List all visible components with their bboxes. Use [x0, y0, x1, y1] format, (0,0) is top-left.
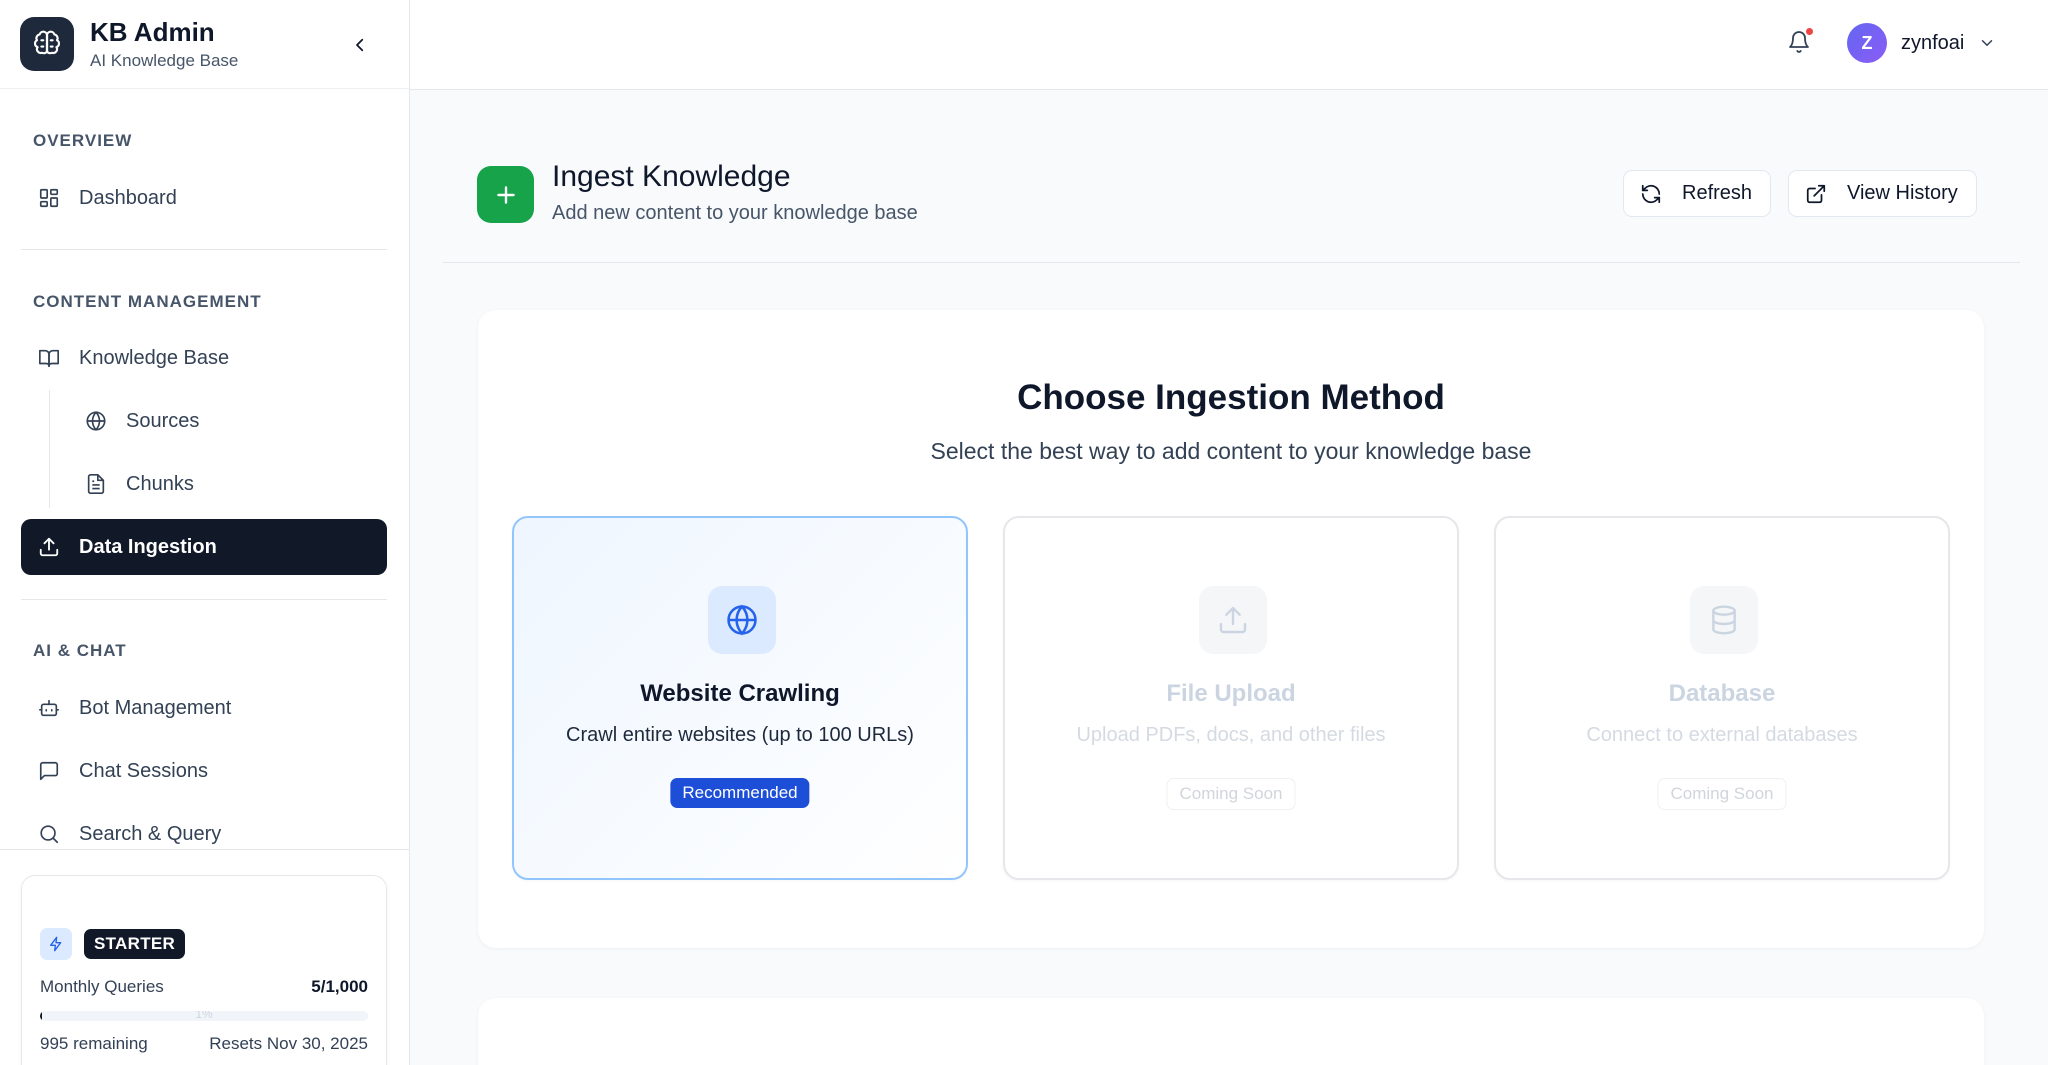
usage-remaining: 995 remaining — [40, 1034, 148, 1053]
notification-dot — [1806, 28, 1813, 35]
coming-soon-badge: Coming Soon — [1166, 778, 1296, 810]
sidebar-item-label: Sources — [126, 409, 200, 432]
usage-metric-label: Monthly Queries — [40, 977, 164, 996]
refresh-button[interactable]: Refresh — [1623, 170, 1772, 217]
database-icon — [1690, 586, 1758, 654]
sidebar-item-label: Data Ingestion — [79, 535, 217, 558]
option-description: Connect to external databases — [1586, 724, 1858, 746]
section-label-overview: OVERVIEW — [33, 131, 133, 150]
usage-reset-date: Resets Nov 30, 2025 — [209, 1034, 368, 1053]
refresh-label: Refresh — [1682, 182, 1753, 204]
sidebar-item-chunks[interactable]: Chunks — [68, 456, 387, 512]
sidebar-item-label: Bot Management — [79, 696, 232, 719]
brand-title: KB Admin — [90, 17, 215, 47]
user-name: zynfoai — [1901, 31, 1965, 54]
upload-icon — [37, 535, 61, 559]
page-header: Ingest Knowledge Add new content to your… — [443, 120, 2020, 263]
view-history-button[interactable]: View History — [1788, 170, 1977, 217]
option-website-crawling[interactable]: Website Crawling Crawl entire websites (… — [512, 516, 968, 880]
collapse-sidebar-button[interactable] — [347, 32, 373, 58]
method-title: Choose Ingestion Method — [1017, 378, 1445, 417]
usage-metric-value: 5/1,000 — [311, 977, 368, 996]
option-description: Crawl entire websites (up to 100 URLs) — [566, 724, 914, 746]
section-label-content-management: CONTENT MANAGEMENT — [33, 292, 262, 311]
refresh-icon — [1640, 182, 1664, 206]
brain-logo-icon — [20, 17, 74, 71]
lightning-icon — [40, 928, 72, 960]
sidebar-divider — [21, 249, 387, 250]
sidebar-item-label: Chunks — [126, 472, 194, 495]
globe-icon — [84, 409, 108, 433]
topbar: Z zynfoai — [410, 0, 2048, 90]
sidebar-item-sources[interactable]: Sources — [68, 393, 387, 449]
book-open-icon — [37, 346, 61, 370]
option-title: Website Crawling — [640, 680, 840, 707]
option-title: Database — [1668, 680, 1776, 707]
user-menu[interactable]: Z zynfoai — [1847, 23, 1998, 63]
view-history-label: View History — [1847, 182, 1958, 204]
sidebar-divider — [21, 599, 387, 600]
method-subtitle: Select the best way to add content to yo… — [930, 438, 1532, 464]
globe-icon — [708, 586, 776, 654]
brand-subtitle: AI Knowledge Base — [90, 51, 239, 70]
usage-progress-percent: 1% — [195, 1011, 213, 1021]
coming-soon-badge: Coming Soon — [1657, 778, 1787, 810]
page-title: Ingest Knowledge — [552, 160, 791, 193]
notifications-button[interactable] — [1787, 28, 1813, 56]
file-text-icon — [84, 472, 108, 496]
dashboard-icon — [37, 186, 61, 210]
sidebar-item-knowledge-base[interactable]: Knowledge Base — [21, 330, 387, 386]
brand-header: KB Admin AI Knowledge Base — [0, 0, 409, 89]
message-square-icon — [37, 759, 61, 783]
upload-icon — [1199, 586, 1267, 654]
section-label-ai-chat: AI & CHAT — [33, 641, 127, 660]
sidebar-item-chat-sessions[interactable]: Chat Sessions — [21, 743, 387, 799]
sidebar-item-label: Dashboard — [79, 186, 177, 209]
page-subtitle: Add new content to your knowledge base — [552, 202, 918, 224]
sidebar-item-label: Search & Query — [79, 822, 222, 845]
option-description: Upload PDFs, docs, and other files — [1076, 724, 1386, 746]
sidebar-divider — [0, 849, 409, 850]
plan-badge: STARTER — [84, 929, 186, 959]
sidebar-item-search-query[interactable]: Search & Query — [21, 806, 387, 862]
bot-icon — [37, 696, 61, 720]
recommended-badge: Recommended — [670, 778, 810, 808]
avatar: Z — [1847, 23, 1887, 63]
sidebar: KB Admin AI Knowledge Base OVERVIEW Dash… — [0, 0, 410, 1065]
option-database: Database Connect to external databases C… — [1494, 516, 1950, 880]
sidebar-item-label: Knowledge Base — [79, 346, 230, 369]
plus-icon — [477, 166, 534, 223]
usage-progress-bar: 1% — [40, 1011, 368, 1021]
ingestion-method-card: Choose Ingestion Method Select the best … — [478, 310, 1984, 948]
tree-line — [49, 390, 50, 508]
sidebar-item-label: Chat Sessions — [79, 759, 208, 782]
chevron-left-icon — [356, 38, 364, 52]
option-file-upload: File Upload Upload PDFs, docs, and other… — [1003, 516, 1459, 880]
option-title: File Upload — [1166, 680, 1296, 707]
next-section-card — [478, 998, 1984, 1065]
external-link-icon — [1805, 182, 1829, 206]
sidebar-item-bot-management[interactable]: Bot Management — [21, 680, 387, 736]
search-icon — [37, 822, 61, 846]
sidebar-item-dashboard[interactable]: Dashboard — [21, 170, 387, 226]
sidebar-item-data-ingestion[interactable]: Data Ingestion — [21, 519, 387, 575]
chevron-down-icon — [1978, 33, 1998, 53]
plan-usage-card: STARTER Monthly Queries 5/1,000 1% 995 r… — [21, 875, 387, 1065]
